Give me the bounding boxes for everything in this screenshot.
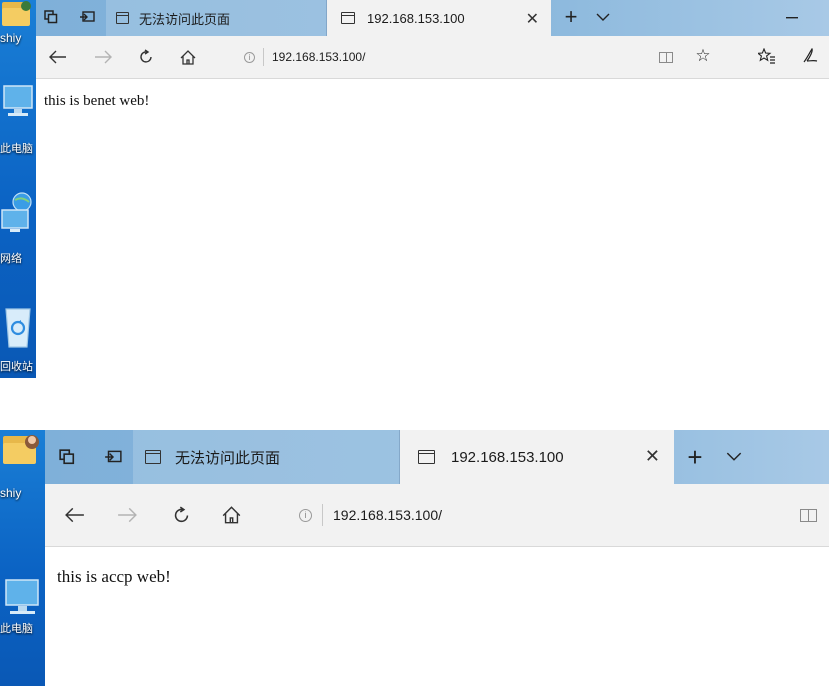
page-icon bbox=[116, 12, 129, 24]
url-text: 192.168.153.100/ bbox=[333, 507, 442, 523]
tab-manager-button[interactable] bbox=[40, 6, 62, 28]
refresh-button[interactable] bbox=[134, 46, 158, 68]
info-icon[interactable]: i bbox=[299, 508, 312, 522]
set-aside-icon bbox=[105, 450, 122, 463]
arrow-right-icon bbox=[95, 50, 112, 64]
arrow-left-icon bbox=[65, 507, 84, 523]
tab-inactive[interactable]: 无法访问此页面 bbox=[133, 430, 400, 484]
arrow-right-icon bbox=[118, 507, 137, 523]
tab-title: 无法访问此页面 bbox=[139, 11, 231, 27]
tab-active[interactable]: 192.168.153.100 ✕ bbox=[327, 0, 551, 36]
close-tab-icon[interactable]: ✕ bbox=[645, 446, 660, 467]
reading-view-button[interactable] bbox=[656, 47, 676, 67]
set-aside-button[interactable] bbox=[101, 444, 125, 470]
reading-view-icon bbox=[659, 51, 673, 63]
this-pc-icon[interactable] bbox=[0, 576, 45, 625]
favorite-star-icon[interactable]: ☆ bbox=[692, 45, 714, 67]
set-aside-icon bbox=[80, 11, 95, 22]
refresh-button[interactable] bbox=[167, 501, 195, 529]
new-tab-button[interactable]: + bbox=[681, 442, 709, 472]
reading-view-icon bbox=[799, 508, 817, 522]
back-button[interactable] bbox=[61, 502, 89, 528]
minimize-button[interactable] bbox=[780, 8, 804, 28]
screenshot-top: shiy 此电脑 网络 回收站 无法访问此页面 192.168.153.100 … bbox=[0, 0, 829, 378]
browser-window: 无法访问此页面 192.168.153.100 ✕ + i 192.168.15… bbox=[45, 430, 829, 686]
user-folder-label: shiy bbox=[0, 31, 22, 45]
page-text: this is accp web! bbox=[57, 567, 171, 586]
minimize-icon bbox=[786, 17, 798, 19]
address-divider bbox=[322, 504, 323, 526]
network-label: 网络 bbox=[0, 253, 22, 265]
page-icon bbox=[341, 12, 355, 24]
web-note-button[interactable] bbox=[799, 45, 821, 67]
page-icon bbox=[418, 450, 435, 464]
home-icon bbox=[222, 506, 240, 524]
tab-manager-button[interactable] bbox=[55, 444, 79, 470]
url-text: 192.168.153.100/ bbox=[272, 50, 366, 64]
refresh-icon bbox=[174, 506, 188, 522]
address-bar[interactable]: i 192.168.153.100/ bbox=[285, 500, 825, 530]
this-pc-label: 此电脑 bbox=[0, 143, 33, 155]
toolbar: i 192.168.153.100/ ☆ bbox=[36, 36, 829, 79]
browser-window: 无法访问此页面 192.168.153.100 ✕ + i 192.168.15… bbox=[36, 0, 829, 378]
desktop-strip: shiy 此电脑 网络 回收站 bbox=[0, 0, 36, 378]
page-icon bbox=[145, 450, 161, 464]
home-icon bbox=[180, 49, 196, 65]
address-divider bbox=[263, 48, 264, 66]
pen-icon bbox=[803, 48, 818, 63]
toolbar: i 192.168.153.100/ bbox=[45, 484, 829, 547]
home-button[interactable] bbox=[217, 501, 245, 529]
tab-active[interactable]: 192.168.153.100 ✕ bbox=[400, 430, 674, 484]
recycle-bin-label: 回收站 bbox=[0, 361, 33, 373]
forward-button[interactable] bbox=[113, 502, 141, 528]
reading-view-button[interactable] bbox=[797, 504, 819, 526]
tab-strip: 无法访问此页面 192.168.153.100 ✕ + bbox=[36, 0, 829, 36]
tab-title: 192.168.153.100 bbox=[367, 10, 465, 26]
new-tab-button[interactable]: + bbox=[559, 4, 583, 30]
arrow-left-icon bbox=[49, 50, 66, 64]
chevron-down-icon bbox=[596, 13, 610, 21]
back-button[interactable] bbox=[46, 46, 70, 68]
chevron-down-icon bbox=[726, 452, 742, 461]
this-pc-label: 此电脑 bbox=[0, 623, 33, 635]
address-bar[interactable]: i 192.168.153.100/ bbox=[232, 42, 682, 72]
set-aside-tabs-icon bbox=[59, 449, 75, 465]
favorites-list-icon bbox=[758, 48, 775, 64]
tab-strip: 无法访问此页面 192.168.153.100 ✕ + bbox=[45, 430, 829, 484]
page-text: this is benet web! bbox=[44, 93, 150, 109]
set-aside-button[interactable] bbox=[76, 6, 98, 28]
network-icon[interactable] bbox=[0, 190, 36, 243]
forward-button[interactable] bbox=[91, 46, 115, 68]
set-aside-tabs-icon bbox=[44, 10, 58, 24]
refresh-icon bbox=[140, 49, 152, 63]
home-button[interactable] bbox=[176, 46, 200, 68]
tab-preview-button[interactable] bbox=[592, 6, 614, 28]
favorites-hub-button[interactable] bbox=[756, 45, 778, 67]
desktop-strip: shiy 此电脑 bbox=[0, 430, 45, 686]
tab-title: 无法访问此页面 bbox=[175, 449, 281, 467]
user-folder-icon[interactable] bbox=[0, 432, 45, 477]
user-folder-label: shiy bbox=[0, 486, 22, 500]
tab-title: 192.168.153.100 bbox=[451, 448, 564, 466]
tab-inactive[interactable]: 无法访问此页面 bbox=[106, 0, 327, 36]
tab-preview-button[interactable] bbox=[721, 444, 747, 470]
recycle-bin-icon[interactable] bbox=[0, 303, 36, 356]
screenshot-bottom: shiy 此电脑 无法访问此页面 192.168.153.100 ✕ + i 1… bbox=[0, 430, 829, 686]
this-pc-icon[interactable] bbox=[0, 82, 36, 127]
close-tab-icon[interactable]: ✕ bbox=[526, 9, 539, 29]
page-content: this is accp web! bbox=[45, 547, 829, 686]
page-content: this is benet web! bbox=[36, 79, 829, 378]
info-icon[interactable]: i bbox=[244, 51, 255, 63]
